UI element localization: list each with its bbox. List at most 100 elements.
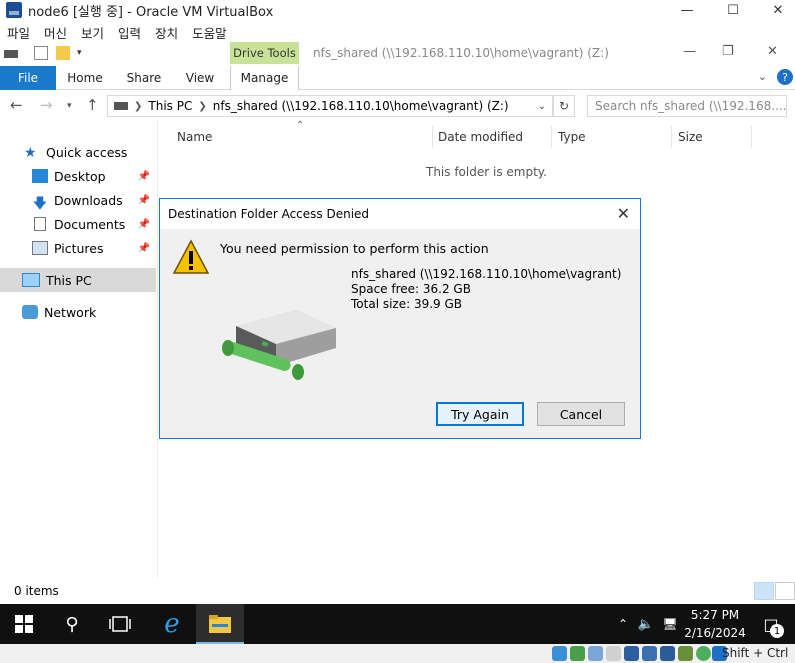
sidebar-item-quick-access[interactable]: ★ Quick access [0, 140, 156, 164]
column-size[interactable]: Size [678, 130, 703, 144]
tab-manage[interactable]: Manage [230, 66, 299, 90]
dialog-message: You need permission to perform this acti… [220, 241, 489, 256]
volume-muted-icon[interactable]: 🔈 [636, 604, 656, 644]
breadcrumb-separator-icon[interactable]: ❯ [198, 101, 206, 112]
large-icons-view-icon[interactable] [775, 582, 795, 600]
explorer-minimize-button[interactable]: — [683, 44, 696, 59]
sidebar-item-this-pc[interactable]: This PC [0, 268, 156, 292]
sort-up-icon: ⌃ [296, 120, 305, 131]
explorer-window-title: nfs_shared (\\192.168.110.10\home\vagran… [313, 46, 609, 60]
clock-date: 2/16/2024 [684, 626, 746, 640]
column-divider[interactable] [551, 126, 552, 148]
explorer-status-bar: 0 items [0, 578, 795, 604]
task-view-icon[interactable] [96, 604, 144, 644]
navigation-bar: ← → ▾ ↑ ❯ This PC ❯ nfs_shared (\\192.16… [0, 90, 795, 120]
maximize-button[interactable]: ☐ [710, 0, 756, 20]
empty-folder-message: This folder is empty. [426, 165, 547, 179]
sidebar-item-label: Network [44, 304, 97, 320]
address-dropdown-icon[interactable]: ⌄ [538, 101, 546, 112]
column-type[interactable]: Type [558, 130, 586, 144]
notification-center-icon[interactable]: □ 1 [756, 604, 786, 644]
up-arrow-icon[interactable]: ↑ [86, 96, 99, 114]
sidebar-item-downloads[interactable]: 🡇 Downloads 📌 [0, 188, 156, 213]
sidebar-item-label: This PC [46, 272, 92, 288]
column-date-modified[interactable]: Date modified [438, 130, 523, 144]
taskbar: ⚲ e ⌃ 🔈 🖥 5:27 PM 2/16/2024 □ 1 [0, 604, 795, 644]
pin-icon[interactable]: 📌 [138, 195, 150, 206]
refresh-icon[interactable]: ↻ [553, 95, 575, 117]
network-drive-icon [222, 310, 336, 380]
expand-ribbon-icon[interactable]: ⌄ [758, 70, 767, 83]
properties-icon[interactable] [34, 46, 48, 60]
forward-arrow-icon[interactable]: → [40, 96, 53, 114]
close-button[interactable]: ✕ [755, 0, 795, 20]
download-arrow-icon: 🡇 [32, 196, 48, 212]
tab-home[interactable]: Home [60, 66, 110, 90]
show-hidden-icons-icon[interactable]: ⌃ [614, 604, 632, 644]
pin-icon[interactable]: 📌 [138, 171, 150, 182]
sidebar-item-label: Downloads [54, 192, 123, 208]
new-folder-icon[interactable] [56, 46, 70, 60]
try-again-button[interactable]: Try Again [436, 402, 524, 426]
drive-name: nfs_shared (\\192.168.110.10\home\vagran… [351, 267, 622, 281]
warning-icon [172, 239, 210, 274]
sidebar-item-network[interactable]: Network [0, 300, 156, 324]
network-drive-icon [114, 102, 128, 110]
dialog-close-icon[interactable]: ✕ [617, 204, 630, 223]
audio-icon[interactable] [588, 646, 603, 661]
sidebar-item-desktop[interactable]: Desktop 📌 [0, 164, 156, 188]
sidebar-item-pictures[interactable]: Pictures 📌 [0, 236, 156, 260]
column-divider[interactable] [671, 126, 672, 148]
clock-time: 5:27 PM [690, 608, 740, 622]
start-button[interactable] [0, 604, 48, 644]
address-bar[interactable]: ❯ This PC ❯ nfs_shared (\\192.168.110.10… [107, 95, 553, 117]
pin-icon[interactable]: 📌 [138, 219, 150, 230]
star-icon: ★ [24, 145, 37, 161]
breadcrumb-separator-icon[interactable]: ❯ [134, 101, 142, 112]
host-key-label: Shift + Ctrl [722, 646, 789, 660]
usb-icon[interactable] [624, 646, 639, 661]
sidebar-item-label: Quick access [46, 144, 128, 160]
breadcrumb-drive[interactable]: nfs_shared (\\192.168.110.10\home\vagran… [213, 99, 509, 113]
help-icon[interactable]: ? [777, 69, 793, 85]
customize-dropdown-icon[interactable]: ▾ [77, 48, 91, 62]
internet-explorer-icon[interactable]: e [148, 604, 196, 644]
ribbon-tabs: File Home Share View Manage ⌄ ? [0, 66, 795, 90]
minimize-button[interactable]: — [664, 0, 710, 20]
column-name[interactable]: Name [177, 130, 212, 144]
dialog-title: Destination Folder Access Denied [168, 207, 370, 221]
optical-drive-icon[interactable] [570, 646, 585, 661]
vbox-status-bar: Shift + Ctrl [0, 644, 795, 663]
sidebar-item-documents[interactable]: Documents 📌 [0, 212, 156, 236]
column-divider[interactable] [751, 126, 752, 148]
drive-info: nfs_shared (\\192.168.110.10\home\vagran… [351, 267, 621, 312]
network-status-icon[interactable]: 🖥 [660, 604, 680, 644]
explorer-restore-button[interactable]: ❐ [722, 44, 734, 59]
tab-view[interactable]: View [176, 66, 224, 90]
recent-locations-icon[interactable]: ▾ [67, 101, 72, 111]
back-arrow-icon[interactable]: ← [10, 96, 23, 114]
column-divider[interactable] [432, 126, 433, 148]
breadcrumb-this-pc[interactable]: This PC [148, 99, 192, 113]
pictures-icon [32, 241, 48, 255]
tab-share[interactable]: Share [118, 66, 170, 90]
hard-disk-icon[interactable] [552, 646, 567, 661]
details-view-icon[interactable] [754, 582, 774, 600]
tab-file[interactable]: File [0, 66, 56, 90]
taskbar-clock[interactable]: 5:27 PM 2/16/2024 [684, 606, 746, 642]
sidebar-item-label: Desktop [54, 168, 106, 184]
display-icon[interactable] [660, 646, 675, 661]
cancel-button[interactable]: Cancel [537, 402, 625, 426]
search-input[interactable]: Search nfs_shared (\\192.168.... [587, 95, 787, 117]
recording-icon[interactable] [678, 646, 693, 661]
network-adapter-icon[interactable] [606, 646, 621, 661]
explorer-close-button[interactable]: ✕ [767, 44, 778, 59]
cpu-activity-icon[interactable] [696, 646, 711, 661]
search-icon[interactable]: ⚲ [48, 604, 96, 644]
dialog-title-bar: Destination Folder Access Denied ✕ [160, 199, 640, 229]
pin-icon[interactable]: 📌 [138, 243, 150, 254]
access-denied-dialog: Destination Folder Access Denied ✕ You n… [159, 198, 641, 439]
shared-folders-icon[interactable] [642, 646, 657, 661]
drive-tools-context-tab: Drive Tools [230, 42, 299, 64]
item-count: 0 items [14, 584, 59, 598]
